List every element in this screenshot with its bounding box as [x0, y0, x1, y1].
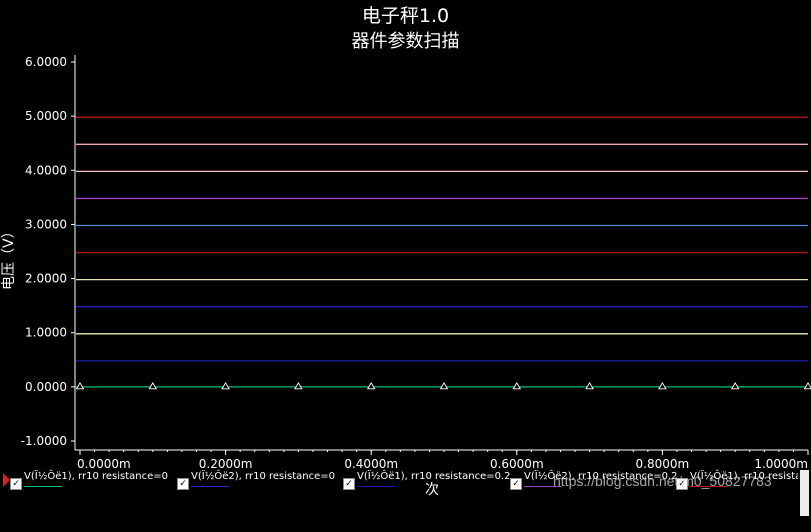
y-tick-label: 0.0000 — [25, 380, 67, 394]
y-tick-label: 2.0000 — [25, 272, 67, 286]
series-marker — [221, 381, 230, 390]
legend-swatch — [357, 486, 395, 487]
y-tick-label: -1.0000 — [21, 434, 67, 448]
series-marker — [75, 381, 85, 390]
series-marker — [803, 381, 811, 390]
legend-label: V(Ï½Ôë1), rr10 resistance=0 — [24, 471, 168, 482]
series-marker — [512, 381, 522, 390]
legend-label: V(Ï½Ôë1), rr10 resistance=0.2 — [357, 471, 511, 482]
y-tick-label: 4.0000 — [25, 163, 67, 177]
chart-subtitle: 器件参数扫描 — [351, 31, 460, 52]
series-marker — [730, 381, 740, 390]
chart-title: 电子秤1.0 — [361, 5, 450, 27]
y-tick-label: 5.0000 — [25, 109, 67, 123]
checkbox-checked-icon[interactable]: ✓ — [510, 478, 522, 490]
legend-scrollbar[interactable] — [800, 470, 809, 516]
series-lines — [76, 116, 808, 388]
series-marker — [658, 381, 667, 390]
y-tick-label: 1.0000 — [25, 326, 67, 340]
checkbox-checked-icon[interactable]: ✓ — [343, 478, 355, 490]
chart-plot: 6.0000 5.0000 4.0000 3.0000 2.0000 1.0000 0.00… — [21, 55, 811, 470]
series-marker — [585, 381, 594, 390]
series-marker — [148, 381, 158, 390]
series-marker — [294, 381, 303, 390]
legend-label: V(Ï½Ôë2), rr10 resistance=0 — [191, 471, 335, 482]
y-axis-ticks: 6.0000 5.0000 4.0000 3.0000 2.0000 1.0000 0.00… — [21, 55, 75, 448]
series-marker — [439, 381, 449, 390]
y-axis-label: 电压（V） — [1, 224, 17, 290]
y-tick-label: 3.0000 — [25, 217, 67, 231]
checkbox-checked-icon[interactable]: ✓ — [10, 478, 22, 490]
checkbox-checked-icon[interactable]: ✓ — [177, 478, 189, 490]
series-markers — [75, 381, 811, 390]
series-marker — [366, 381, 376, 390]
legend-swatch — [24, 486, 62, 487]
y-tick-label: 6.0000 — [25, 55, 67, 69]
watermark: https://blog.csdn.net/m0_50827783 — [553, 473, 772, 489]
legend-swatch — [191, 486, 229, 487]
